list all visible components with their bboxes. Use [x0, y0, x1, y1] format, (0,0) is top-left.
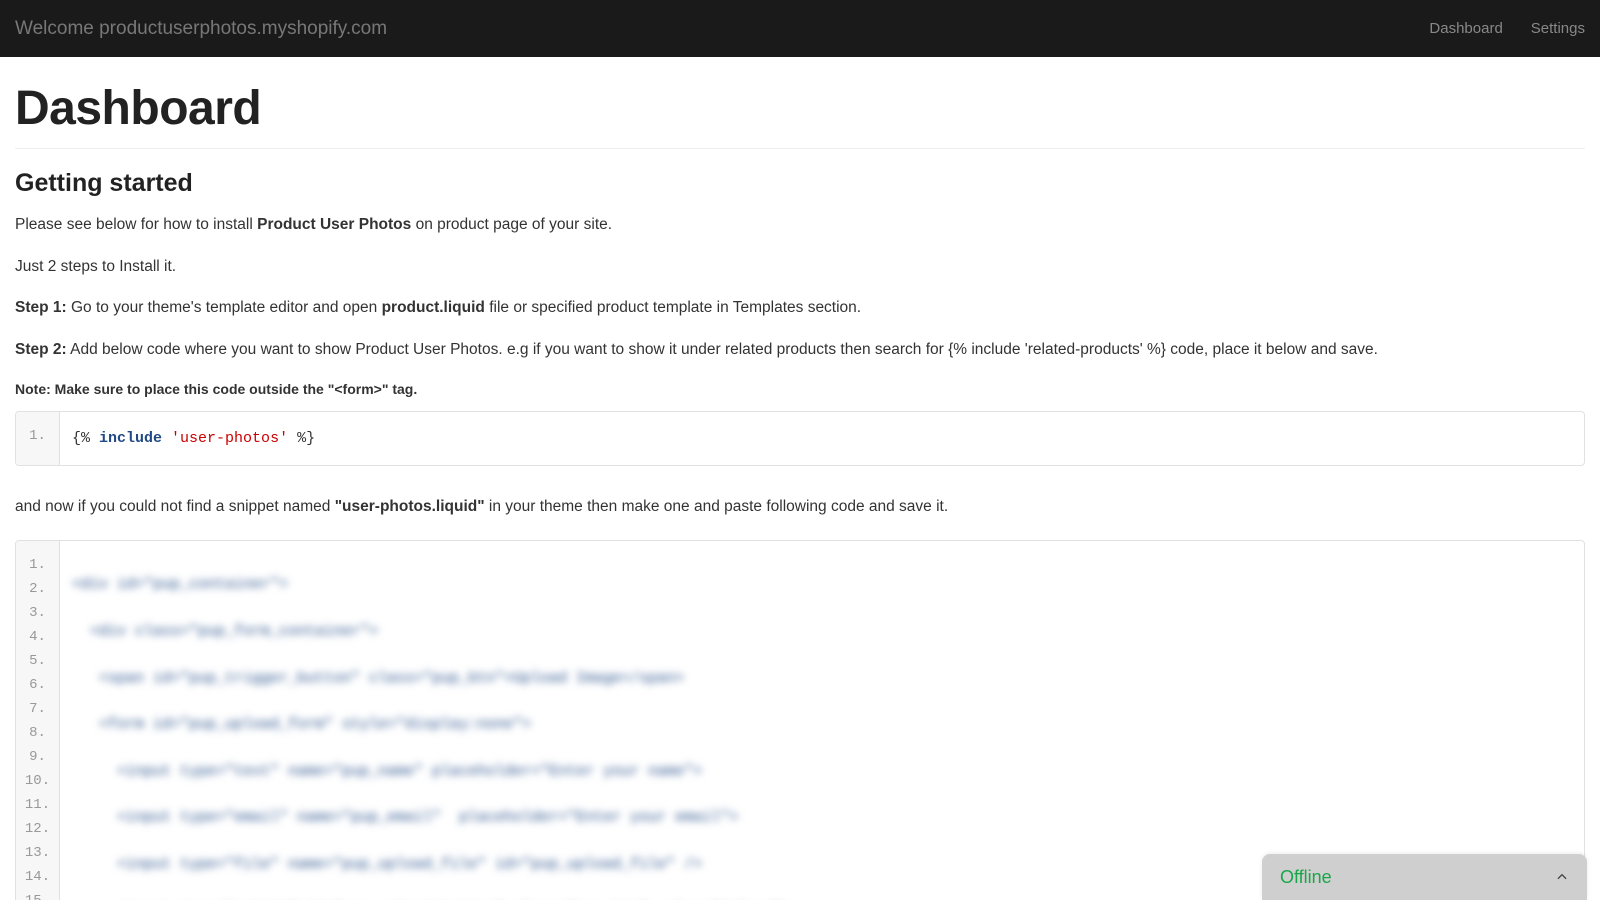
line-number: 12.	[16, 817, 59, 841]
tok: include	[99, 430, 162, 447]
tok: <div id="pup_container">	[72, 576, 288, 593]
line-number: 5.	[16, 649, 59, 673]
top-nav: Dashboard Settings	[1429, 20, 1585, 37]
code-body[interactable]: {% include 'user-photos' %}	[60, 412, 1584, 466]
tok: 'user-photos'	[171, 430, 288, 447]
step1-text-b: file or specified product template in Te…	[485, 299, 861, 316]
tok	[162, 430, 171, 447]
steps-lead: Just 2 steps to Install it.	[15, 256, 1585, 278]
step-1: Step 1: Go to your theme's template edit…	[15, 297, 1585, 319]
tok: <input type="text" name="pup_name" place…	[72, 763, 702, 780]
code-gutter: 1.	[16, 412, 60, 466]
intro-bold: Product User Photos	[257, 216, 411, 233]
topbar: Welcome productuserphotos.myshopify.com …	[0, 0, 1600, 57]
step-2: Step 2: Add below code where you want to…	[15, 339, 1585, 361]
between-a: and now if you could not find a snippet …	[15, 498, 335, 515]
tok: <input type="email" name="pup_email" pla…	[72, 809, 738, 826]
line-number: 2.	[16, 577, 59, 601]
line-number: 3.	[16, 601, 59, 625]
step1-label: Step 1:	[15, 299, 67, 316]
intro-suffix: on product page of your site.	[411, 216, 612, 233]
section-title: Getting started	[15, 169, 1585, 198]
between-b: in your theme then make one and paste fo…	[485, 498, 949, 515]
line-number: 4.	[16, 625, 59, 649]
chevron-up-icon[interactable]	[1555, 870, 1569, 884]
tok: %}	[288, 430, 315, 447]
step1-text-a: Go to your theme's template editor and o…	[67, 299, 382, 316]
line-number: 9.	[16, 745, 59, 769]
nav-dashboard[interactable]: Dashboard	[1429, 20, 1502, 37]
step2-label: Step 2:	[15, 341, 67, 358]
chat-status: Offline	[1280, 867, 1332, 888]
tok: <form id="pup_upload_form" style="displa…	[72, 716, 531, 733]
tok: <div class="pup_form_container">	[72, 623, 378, 640]
code-snippet-1: 1. {% include 'user-photos' %}	[15, 411, 1585, 467]
line-number: 1.	[16, 424, 59, 448]
line-number: 10.	[16, 769, 59, 793]
chat-widget[interactable]: Offline	[1262, 854, 1587, 900]
line-number: 11.	[16, 793, 59, 817]
tok: {%	[72, 430, 99, 447]
divider	[15, 148, 1585, 149]
code-body-blurred: <div id="pup_container"> <div class="pup…	[60, 541, 1584, 900]
line-number: 1.	[16, 553, 59, 577]
between-bold: "user-photos.liquid"	[335, 498, 485, 515]
line-number: 14.	[16, 865, 59, 889]
tok: <span id="pup_trigger_button" class="pup…	[72, 670, 684, 687]
nav-settings[interactable]: Settings	[1531, 20, 1585, 37]
line-number: 6.	[16, 673, 59, 697]
line-number: 15.	[16, 889, 59, 900]
intro-prefix: Please see below for how to install	[15, 216, 257, 233]
line-number: 13.	[16, 841, 59, 865]
welcome-text: Welcome productuserphotos.myshopify.com	[15, 18, 387, 40]
code-snippet-2: 1. 2. 3. 4. 5. 6. 7. 8. 9. 10. 11. 12. 1…	[15, 540, 1585, 900]
line-number: 8.	[16, 721, 59, 745]
step1-bold: product.liquid	[382, 299, 485, 316]
main-content: Dashboard Getting started Please see bel…	[0, 57, 1600, 900]
step2-text: Add below code where you want to show Pr…	[67, 341, 1378, 358]
note-text: Note: Make sure to place this code outsi…	[15, 381, 1585, 397]
page-title: Dashboard	[15, 81, 1585, 136]
line-number: 7.	[16, 697, 59, 721]
code-gutter: 1. 2. 3. 4. 5. 6. 7. 8. 9. 10. 11. 12. 1…	[16, 541, 60, 900]
between-text: and now if you could not find a snippet …	[15, 496, 1585, 518]
intro-text: Please see below for how to install Prod…	[15, 214, 1585, 236]
tok: <input type="file" name="pup_upload_file…	[72, 856, 702, 873]
